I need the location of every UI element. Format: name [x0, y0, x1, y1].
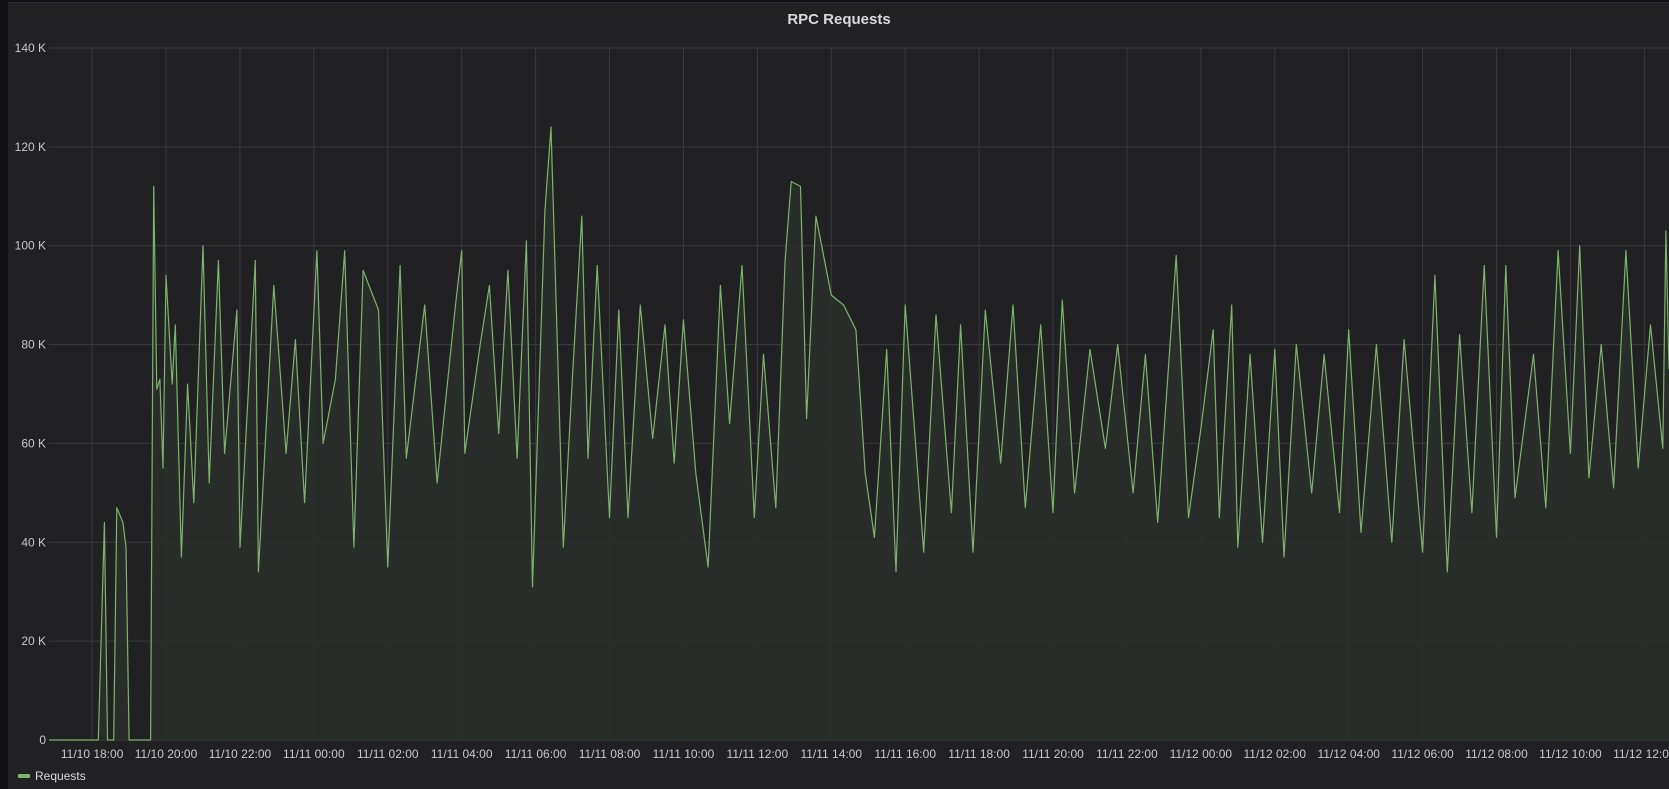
y-tick-label: 80 K	[21, 338, 46, 352]
x-tick-label: 11/11 22:00	[1096, 747, 1158, 761]
x-tick-label: 11/12 00:00	[1170, 747, 1233, 761]
x-tick-label: 11/12 06:00	[1391, 747, 1454, 761]
x-tick-label: 11/11 02:00	[357, 747, 419, 761]
y-tick-label: 60 K	[21, 436, 46, 450]
series-layer[interactable]	[49, 126, 1669, 741]
x-tick-label: 11/11 16:00	[874, 747, 936, 761]
x-tick-label: 11/11 04:00	[431, 747, 493, 761]
legend-label-requests[interactable]: Requests	[35, 769, 86, 783]
x-tick-label: 11/11 20:00	[1022, 747, 1084, 761]
x-tick-label: 11/11 08:00	[579, 747, 641, 761]
x-tick-label: 11/10 18:00	[61, 747, 124, 761]
x-tick-label: 11/11 18:00	[948, 747, 1010, 761]
series-area-fill	[49, 127, 1669, 741]
y-tick-label: 20 K	[21, 634, 46, 648]
y-tick-label: 40 K	[21, 535, 46, 549]
x-tick-label: 11/12 12:00	[1613, 747, 1669, 761]
y-tick-label: 140 K	[15, 41, 46, 55]
x-tick-label: 11/10 20:00	[135, 747, 198, 761]
x-tick-label: 11/12 08:00	[1465, 747, 1528, 761]
x-tick-label: 11/11 10:00	[653, 747, 715, 761]
x-tick-label: 11/12 04:00	[1317, 747, 1380, 761]
y-tick-label: 0	[39, 733, 46, 747]
x-tick-label: 11/12 10:00	[1539, 747, 1602, 761]
x-axis-ticks: 11/10 18:00 11/10 20:00 11/10 22:00 11/11 0…	[61, 747, 1669, 761]
legend-swatch	[18, 774, 30, 778]
legend[interactable]: Requests	[18, 769, 86, 783]
x-tick-label: 11/11 06:00	[505, 747, 567, 761]
x-tick-label: 11/11 12:00	[727, 747, 789, 761]
x-tick-label: 11/11 00:00	[283, 747, 345, 761]
y-axis-ticks: 0 20 K 40 K 60 K 80 K 100 K 120 K 140 K	[15, 41, 47, 747]
chart-svg: 0 20 K 40 K 60 K 80 K 100 K 120 K 140 K 11/10 1…	[15, 41, 1669, 761]
y-tick-label: 120 K	[15, 140, 46, 154]
x-tick-label: 11/10 22:00	[209, 747, 272, 761]
y-tick-label: 100 K	[15, 239, 46, 253]
x-tick-label: 11/12 02:00	[1244, 747, 1307, 761]
x-tick-label: 11/11 14:00	[800, 747, 862, 761]
